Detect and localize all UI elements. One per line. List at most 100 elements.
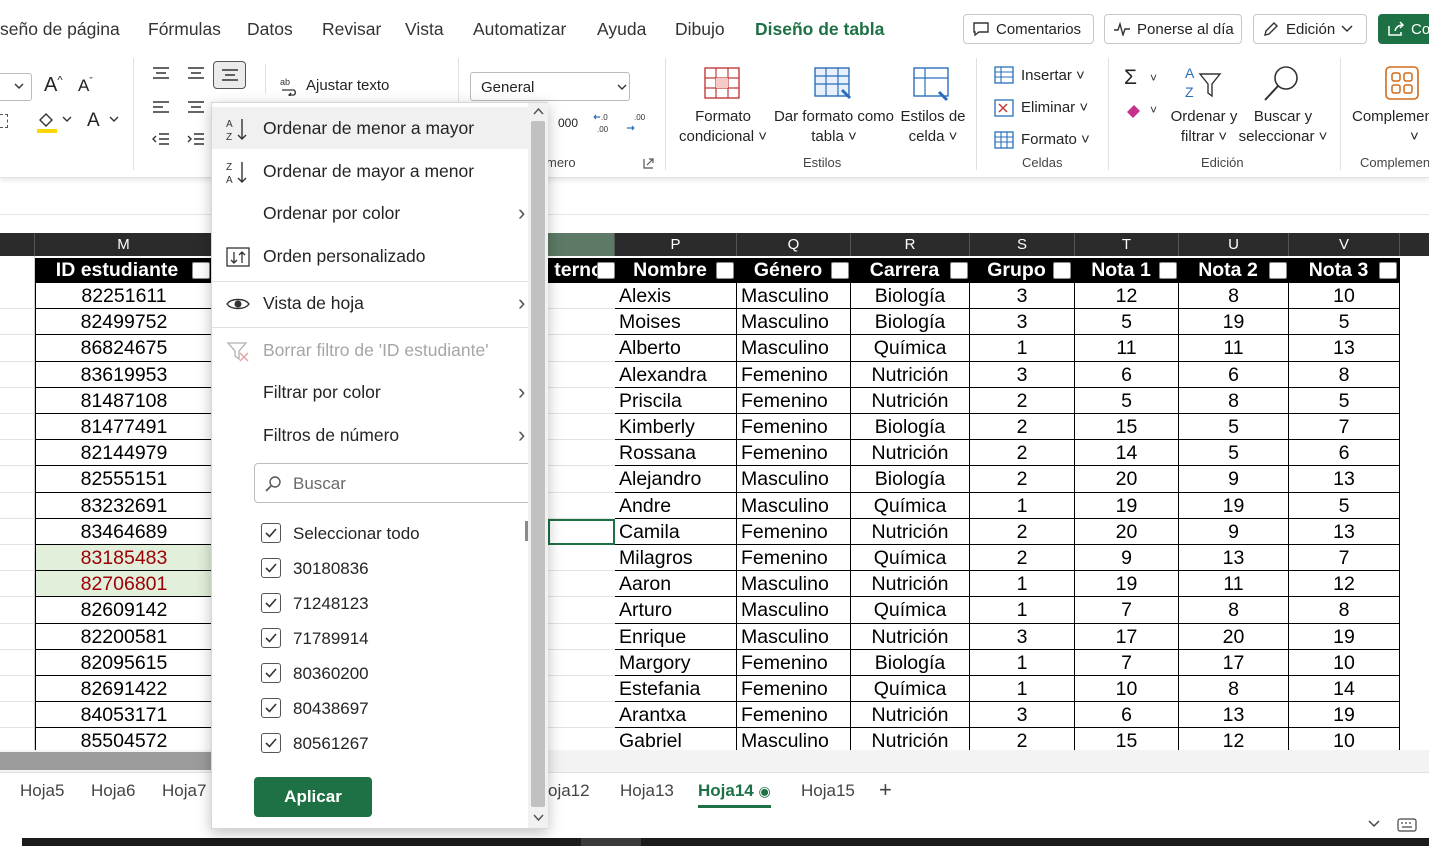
cell-nombre[interactable]: Alexandra (615, 361, 737, 388)
cell-genero[interactable]: Femenino (737, 440, 851, 467)
cell-genero[interactable]: Femenino (737, 414, 851, 441)
cell-nota-2[interactable]: 13 (1179, 545, 1289, 572)
cell-nota-2[interactable]: 20 (1179, 623, 1289, 650)
cell-nota-2[interactable]: 9 (1179, 518, 1289, 545)
cell-nota-3[interactable]: 6 (1289, 440, 1400, 467)
clear-eraser-icon[interactable] (1124, 101, 1144, 119)
filter-dropdown-icon[interactable] (1159, 262, 1177, 279)
cell-grupo[interactable]: 1 (970, 597, 1075, 624)
cell-id[interactable]: 82691422 (35, 676, 213, 703)
column-header-m[interactable]: M (35, 233, 213, 256)
custom-sort-item[interactable]: Orden personalizado (212, 235, 528, 277)
cell-nota-3[interactable]: 5 (1289, 387, 1400, 414)
cell-nota-1[interactable]: 20 (1075, 466, 1179, 493)
tab-automate[interactable]: Automatizar (473, 19, 566, 40)
cell-genero[interactable]: Femenino (737, 702, 851, 729)
cell-id[interactable]: 83464689 (35, 518, 213, 545)
cell-genero[interactable]: Masculino (737, 492, 851, 519)
cell-grupo[interactable]: 3 (970, 309, 1075, 336)
sheet-tab-hoja13[interactable]: Hoja13 (620, 781, 674, 801)
cell-nota-2[interactable]: 13 (1179, 702, 1289, 729)
scroll-thumb[interactable] (0, 752, 212, 770)
cell-grupo[interactable]: 2 (970, 387, 1075, 414)
search-input[interactable]: Buscar (254, 463, 544, 503)
cell-nota-1[interactable]: 9 (1075, 545, 1179, 572)
row-header[interactable] (0, 571, 35, 598)
align-top-icon[interactable] (152, 66, 170, 80)
row-header[interactable] (0, 624, 35, 650)
cell-nombre[interactable]: Camila (615, 518, 737, 545)
cell-grupo[interactable]: 2 (970, 440, 1075, 467)
cell-nombre[interactable]: Margory (615, 649, 737, 676)
cell-nombre[interactable]: Arturo (615, 597, 737, 624)
value-71248123-checkbox[interactable] (261, 593, 281, 613)
cell-nota-2[interactable]: 8 (1179, 283, 1289, 310)
format-button[interactable]: Formato ˅ (1021, 130, 1090, 150)
cell-grupo[interactable]: 2 (970, 518, 1075, 545)
filter-dropdown-icon[interactable] (1379, 262, 1397, 279)
cell-carrera[interactable]: Química (851, 597, 970, 624)
value-71789914-label[interactable]: 71789914 (293, 629, 369, 649)
cell-id[interactable]: 82251611 (35, 283, 213, 310)
cell-nota-2[interactable]: 17 (1179, 649, 1289, 676)
row-header[interactable] (0, 362, 35, 388)
column-header-q[interactable]: Q (737, 233, 851, 256)
cell-nombre[interactable]: Alejandro (615, 466, 737, 493)
thousands-separator-button[interactable]: 000 (558, 116, 578, 130)
cell-nota-3[interactable]: 8 (1289, 361, 1400, 388)
select-all-corner[interactable] (0, 233, 35, 256)
cell-nota-3[interactable]: 7 (1289, 414, 1400, 441)
row-header[interactable] (0, 335, 35, 362)
cell-grupo[interactable]: 1 (970, 335, 1075, 362)
cell-nota-3[interactable]: 5 (1289, 492, 1400, 519)
cell-grupo[interactable]: 3 (970, 361, 1075, 388)
cell-carrera[interactable]: Biología (851, 414, 970, 441)
cell-carrera[interactable]: Química (851, 676, 970, 703)
cell-carrera[interactable]: Nutrición (851, 440, 970, 467)
sheet-tab-hoja7[interactable]: Hoja7 (162, 781, 206, 801)
cell-genero[interactable]: Masculino (737, 309, 851, 336)
filter-dropdown-icon[interactable] (950, 262, 968, 279)
cell-nota-3[interactable]: 14 (1289, 676, 1400, 703)
value-80561267-checkbox[interactable] (261, 733, 281, 753)
value-30180836-label[interactable]: 30180836 (293, 559, 369, 579)
row-header[interactable] (0, 440, 35, 467)
cell-nombre[interactable]: Gabriel (615, 728, 737, 750)
value-80561267-label[interactable]: 80561267 (293, 734, 369, 754)
number-format-select[interactable]: General (470, 72, 630, 101)
cell-nota-1[interactable]: 6 (1075, 702, 1179, 729)
cell-nota-1[interactable]: 10 (1075, 676, 1179, 703)
decrease-indent-icon[interactable] (152, 132, 170, 146)
cell-nota-3[interactable]: 13 (1289, 518, 1400, 545)
cell-grupo[interactable]: 3 (970, 283, 1075, 310)
cell-nota-1[interactable]: 6 (1075, 361, 1179, 388)
addins-button[interactable]: Complemen ˅ (1352, 107, 1429, 147)
value-71248123-label[interactable]: 71248123 (293, 594, 369, 614)
delete-button[interactable]: Eliminar ˅ (1021, 98, 1088, 118)
filter-dropdown-icon[interactable] (597, 262, 615, 279)
column-header-p[interactable]: P (615, 233, 737, 256)
cell-nombre[interactable]: Alexis (615, 283, 737, 310)
cell-nota-2[interactable]: 8 (1179, 676, 1289, 703)
row-header[interactable] (0, 466, 35, 493)
dialog-launcher-icon[interactable] (643, 158, 654, 169)
cell-nota-2[interactable]: 6 (1179, 361, 1289, 388)
format-as-table-button[interactable]: Dar formato como tabla ˅ (770, 107, 898, 147)
row-header[interactable] (0, 283, 35, 310)
cell-nota-1[interactable]: 17 (1075, 623, 1179, 650)
row-header[interactable] (0, 309, 35, 336)
cell-nota-2[interactable]: 8 (1179, 387, 1289, 414)
cell-id[interactable]: 86824675 (35, 335, 213, 362)
scroll-up-icon[interactable] (533, 107, 544, 115)
cell-grupo[interactable]: 1 (970, 676, 1075, 703)
cell-carrera[interactable]: Química (851, 492, 970, 519)
align-left-icon[interactable] (152, 100, 170, 114)
row-header[interactable] (0, 597, 35, 624)
cell-nombre[interactable]: Andre (615, 492, 737, 519)
filter-by-color-item[interactable]: Filtrar por color › (212, 371, 528, 413)
cell-nota-3[interactable]: 19 (1289, 702, 1400, 729)
cell-nombre[interactable]: Rossana (615, 440, 737, 467)
sort-descending-item[interactable]: ZA Ordenar de mayor a menor (212, 150, 528, 192)
tab-table-design[interactable]: Diseño de tabla (755, 19, 884, 40)
align-center-icon[interactable] (187, 100, 205, 114)
